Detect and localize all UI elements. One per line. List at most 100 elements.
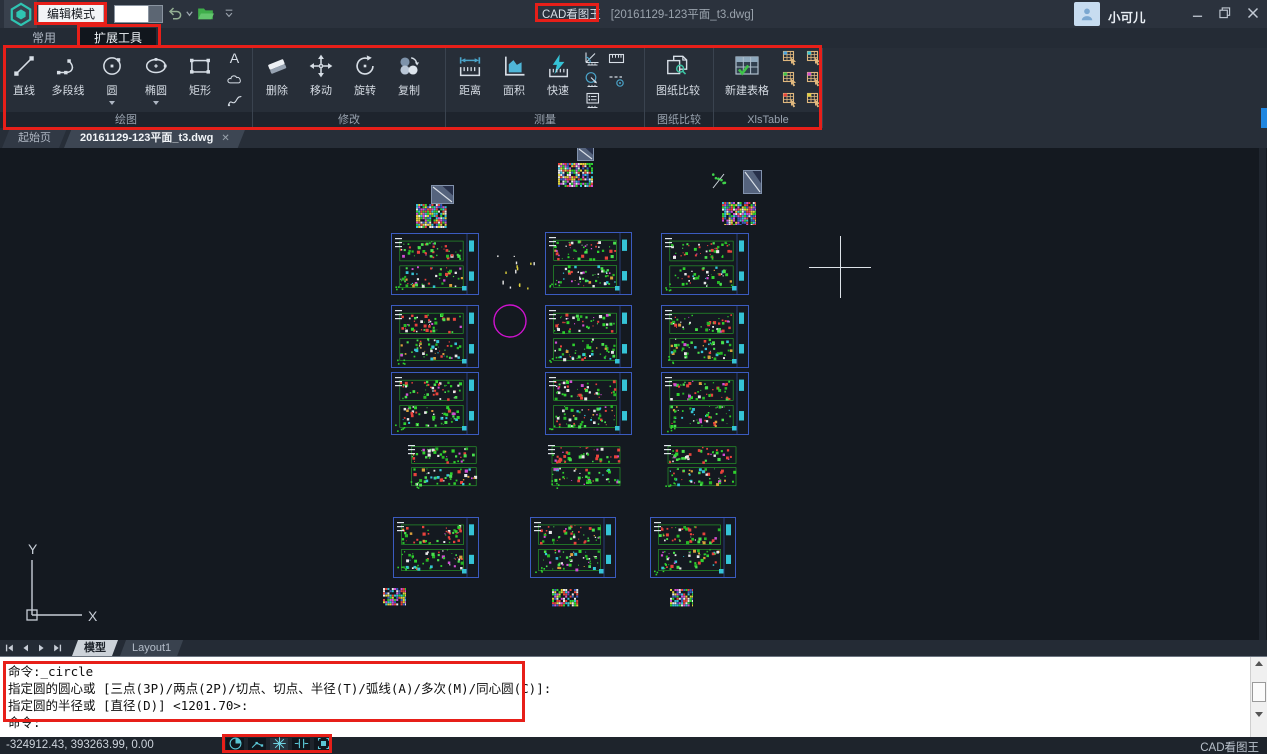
drawing-plan-16[interactable]	[545, 372, 632, 435]
drawing-flag-1[interactable]	[577, 148, 594, 161]
table-cursor-6-button[interactable]	[802, 92, 826, 113]
open-folder-icon[interactable]	[196, 4, 214, 22]
drawing-plan-13[interactable]	[545, 305, 632, 368]
drawing-flag-6[interactable]	[743, 170, 762, 194]
table-cursor-2-button[interactable]	[778, 71, 802, 92]
table-cursor-3-button[interactable]	[778, 92, 802, 113]
object-snap-toggle[interactable]	[292, 738, 310, 753]
quick-access-input[interactable]	[114, 5, 149, 23]
chevron-down-icon[interactable]	[109, 101, 115, 105]
chevron-down-icon[interactable]	[153, 101, 159, 105]
quick-measure-button[interactable]: 快速	[536, 48, 580, 112]
scroll-up-icon[interactable]	[1255, 661, 1263, 666]
drawing-compare-button[interactable]: 图纸比较	[647, 48, 709, 112]
drawing-plan-17[interactable]	[661, 372, 749, 435]
app-logo[interactable]	[4, 0, 37, 28]
layout-tab-model[interactable]: 模型	[72, 640, 118, 656]
line-button[interactable]: 直线	[2, 48, 46, 112]
angle-measure-button[interactable]	[580, 50, 604, 71]
erase-button[interactable]: 删除	[255, 48, 299, 112]
isometric-toggle-toggle[interactable]	[226, 738, 244, 753]
new-table-button[interactable]: 新建表格	[716, 48, 778, 112]
drawing-thumb-4[interactable]	[416, 204, 447, 229]
ribbon-group-2: 删除移动旋转复制修改	[253, 48, 446, 128]
move-button[interactable]: 移动	[299, 48, 343, 112]
tab-close-icon[interactable]: ✕	[221, 133, 229, 144]
ribbon-button-label: 面积	[503, 82, 525, 98]
ellipse-button[interactable]: 椭圆	[134, 48, 178, 112]
coordinate-list-button[interactable]	[580, 92, 604, 113]
isometric-toggle-icon	[228, 736, 243, 754]
first-layout-icon[interactable]	[2, 641, 16, 655]
user-avatar[interactable]	[1074, 2, 1100, 26]
tab-drawing-document[interactable]: 20161129-123平面_t3.dwg✕	[64, 128, 246, 148]
table-cursor-1-button[interactable]	[778, 50, 802, 71]
magenta-circle-entity[interactable]	[492, 303, 528, 344]
drawing-flag-3[interactable]	[431, 185, 454, 204]
last-layout-icon[interactable]	[50, 641, 64, 655]
ribbon-tab-common[interactable]: 常用	[18, 28, 70, 48]
snap-toggle[interactable]	[270, 738, 288, 753]
polyline-button[interactable]: 多段线	[46, 48, 90, 112]
canvas-scrollbar[interactable]	[1259, 148, 1266, 640]
rectangle-button[interactable]: 矩形	[178, 48, 222, 112]
area-button[interactable]: 面积	[492, 48, 536, 112]
command-line-panel[interactable]: 命令:_circle指定圆的圆心或 [三点(3P)/两点(2P)/切点、切点、半…	[0, 656, 1267, 738]
distance-button[interactable]: 距离	[448, 48, 492, 112]
drawing-plan-22[interactable]	[530, 517, 616, 578]
undo-dropdown-icon[interactable]	[183, 4, 195, 22]
table-cursor-4-button[interactable]	[802, 50, 826, 71]
polar-tracking-toggle[interactable]	[248, 738, 266, 753]
circle-button[interactable]: 圆	[90, 48, 134, 112]
edit-mode-button[interactable]: 编辑模式	[38, 3, 104, 25]
drawing-plan-9[interactable]	[545, 232, 632, 295]
drawing-thumb-2[interactable]	[558, 163, 594, 188]
offset-measure-button[interactable]	[604, 71, 628, 92]
command-scrollbar[interactable]	[1250, 657, 1267, 737]
selection-cycling-toggle[interactable]	[314, 738, 332, 753]
drawing-plan-10[interactable]	[661, 233, 749, 295]
drawing-thumb-7[interactable]	[722, 202, 756, 225]
sketch-button[interactable]	[222, 92, 246, 113]
text-button[interactable]: A	[222, 50, 246, 71]
scroll-thumb[interactable]	[1252, 682, 1266, 702]
ribbon-button-label: 矩形	[189, 82, 211, 98]
drawing-scatter-11[interactable]	[497, 255, 537, 291]
scroll-down-icon[interactable]	[1255, 712, 1263, 717]
undo-icon[interactable]	[166, 4, 184, 22]
restore-button[interactable]	[1212, 0, 1238, 26]
minimize-button[interactable]	[1184, 0, 1210, 26]
prev-layout-icon[interactable]	[18, 641, 32, 655]
svg-text:X: X	[88, 608, 98, 624]
command-line-2: 指定圆的圆心或 [三点(3P)/两点(2P)/切点、切点、半径(T)/弧线(A)…	[0, 680, 1267, 697]
ribbon-tab-extended-tools[interactable]: 扩展工具	[80, 28, 156, 48]
copy-button[interactable]: 复制	[387, 48, 431, 112]
drawing-open-19[interactable]	[544, 440, 624, 492]
ruler-button[interactable]	[604, 50, 628, 71]
drawing-plan-12[interactable]	[391, 305, 479, 368]
drawing-thumb-24[interactable]	[383, 588, 406, 606]
drawing-canvas[interactable]: Y X	[0, 148, 1267, 640]
layout-tab-layout1[interactable]: Layout1	[120, 640, 183, 656]
quick-access-dropdown-button[interactable]	[148, 5, 163, 23]
revision-cloud-button[interactable]	[222, 71, 246, 92]
drawing-thumb-26[interactable]	[670, 589, 693, 607]
circle-icon	[98, 51, 126, 81]
drawing-plan-23[interactable]	[650, 517, 736, 578]
drawing-open-20[interactable]	[660, 440, 740, 492]
drawing-plan-14[interactable]	[661, 305, 749, 368]
ribbon-scrollbar-thumb[interactable]	[1261, 108, 1267, 128]
drawing-plan-15[interactable]	[391, 372, 479, 435]
rotate-button[interactable]: 旋转	[343, 48, 387, 112]
radius-measure-button[interactable]	[580, 71, 604, 92]
table-cursor-5-button[interactable]	[802, 71, 826, 92]
drawing-thumb-25[interactable]	[552, 589, 579, 607]
drawing-plan-21[interactable]	[393, 517, 479, 578]
tab-start-page[interactable]: 起始页	[2, 128, 67, 148]
next-layout-icon[interactable]	[34, 641, 48, 655]
toolbar-options-icon[interactable]	[222, 4, 236, 22]
drawing-open-18[interactable]	[404, 440, 480, 492]
close-button[interactable]	[1240, 0, 1266, 26]
drawing-plan-8[interactable]	[391, 233, 479, 295]
drawing-sparkle-5[interactable]	[711, 171, 727, 191]
